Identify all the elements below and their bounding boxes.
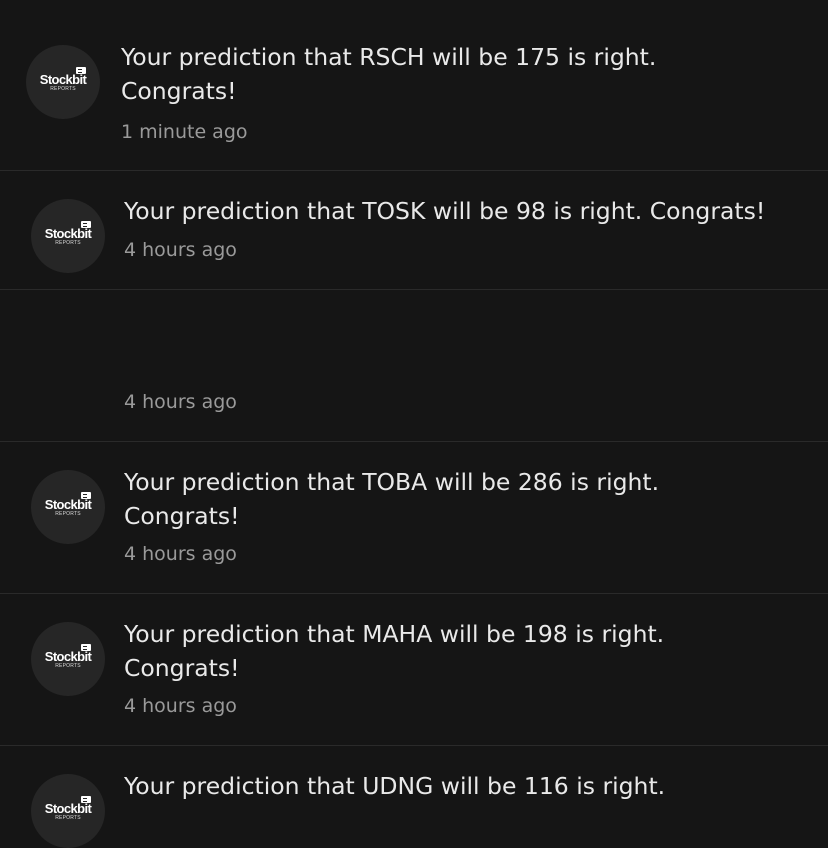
notification-message: Your prediction that TOSK will be 98 is … <box>124 197 766 225</box>
notification-time: 4 hours ago <box>124 543 237 565</box>
notification-time: 1 minute ago <box>121 121 248 143</box>
notification-item[interactable]: Stockbit REPORTS Your prediction that RS… <box>0 0 828 171</box>
stockbit-logo-icon: Stockbit REPORTS <box>31 796 105 821</box>
avatar: Stockbit REPORTS <box>31 622 105 696</box>
stockbit-logo-icon: Stockbit REPORTS <box>26 67 100 92</box>
stockbit-logo-icon: Stockbit REPORTS <box>31 221 105 246</box>
notification-message: Your prediction that UDNG will be 116 is… <box>124 772 666 800</box>
notification-message: Your prediction that MAHA will be 198 is… <box>124 620 665 682</box>
avatar: Stockbit REPORTS <box>31 470 105 544</box>
notification-message: Your prediction that TOBA will be 286 is… <box>124 468 660 530</box>
notification-time: 4 hours ago <box>124 239 237 261</box>
notification-item[interactable]: Stockbit REPORTS Your prediction that MA… <box>0 594 828 746</box>
notification-time: 4 hours ago <box>124 695 237 717</box>
notification-item[interactable]: Stockbit REPORTS Your prediction that TO… <box>0 442 828 594</box>
notification-item[interactable]: Stockbit REPORTS Your prediction that TO… <box>0 171 828 290</box>
notification-item[interactable]: Stockbit REPORTS Your prediction that UD… <box>0 746 828 848</box>
avatar: Stockbit REPORTS <box>31 774 105 848</box>
avatar: Stockbit REPORTS <box>26 45 100 119</box>
notification-item[interactable]: 4 hours ago <box>0 290 828 442</box>
stockbit-logo-icon: Stockbit REPORTS <box>31 644 105 669</box>
notification-time: 4 hours ago <box>124 391 237 413</box>
stockbit-logo-icon: Stockbit REPORTS <box>31 492 105 517</box>
avatar: Stockbit REPORTS <box>31 199 105 273</box>
notification-message: Your prediction that RSCH will be 175 is… <box>121 43 657 105</box>
